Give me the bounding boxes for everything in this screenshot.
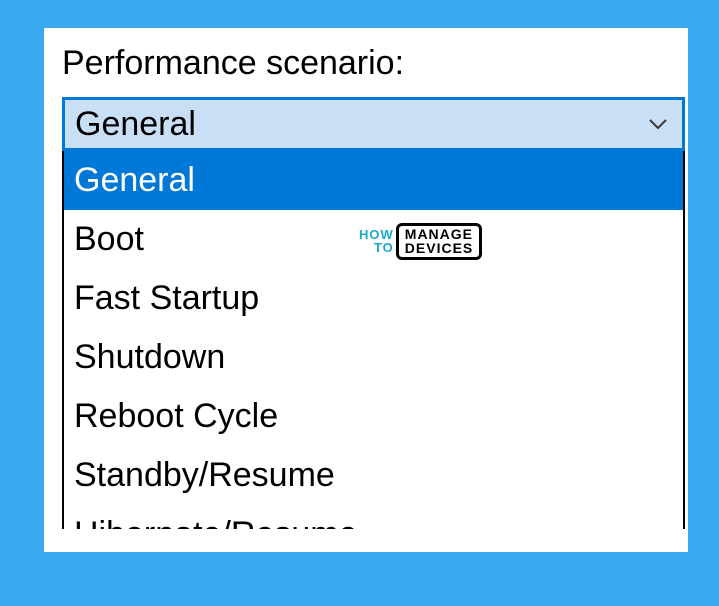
dropdown-option-hibernate-resume[interactable]: Hibernate/Resume	[64, 505, 683, 529]
dropdown-option-boot[interactable]: Boot	[64, 210, 683, 269]
dropdown-option-standby-resume[interactable]: Standby/Resume	[64, 446, 683, 505]
combobox-selected-value: General	[75, 105, 196, 144]
settings-panel: Performance scenario: General General Bo…	[44, 28, 688, 552]
performance-scenario-combobox[interactable]: General	[62, 97, 685, 151]
chevron-down-icon	[646, 112, 670, 136]
dropdown-option-fast-startup[interactable]: Fast Startup	[64, 269, 683, 328]
dropdown-option-general[interactable]: General	[64, 151, 683, 210]
performance-scenario-label: Performance scenario:	[62, 44, 688, 83]
performance-scenario-dropdown[interactable]: General Boot Fast Startup Shutdown Reboo…	[62, 151, 685, 529]
dropdown-option-reboot-cycle[interactable]: Reboot Cycle	[64, 387, 683, 446]
dropdown-option-shutdown[interactable]: Shutdown	[64, 328, 683, 387]
